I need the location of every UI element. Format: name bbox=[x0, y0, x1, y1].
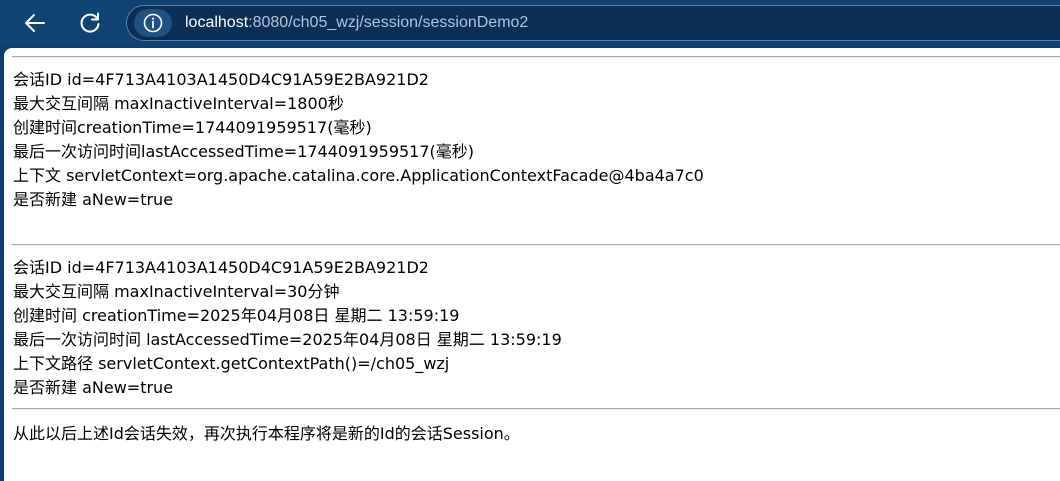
url-host: localhost bbox=[185, 14, 249, 31]
page-content: 会话ID id=4F713A4103A1450D4C91A59E2BA921D2… bbox=[4, 48, 1060, 481]
url-path: :8080/ch05_wzj/session/sessionDemo2 bbox=[248, 14, 529, 31]
site-info-button[interactable] bbox=[134, 9, 172, 37]
servlet-context-line: 上下文 servletContext=org.apache.catalina.c… bbox=[13, 166, 704, 185]
info-icon bbox=[143, 13, 163, 33]
is-new-line: 是否新建 aNew=true bbox=[13, 190, 174, 209]
creation-time-line: 创建时间creationTime=1744091959517(毫秒) bbox=[13, 118, 372, 137]
reload-button[interactable] bbox=[75, 8, 105, 38]
creation-time-line: 创建时间 creationTime=2025年04月08日 星期二 13:59:… bbox=[13, 306, 460, 325]
back-arrow-icon bbox=[25, 14, 45, 32]
session-info-raw: 会话ID id=4F713A4103A1450D4C91A59E2BA921D2… bbox=[13, 68, 704, 212]
back-button[interactable] bbox=[20, 8, 50, 38]
address-bar[interactable]: localhost:8080/ch05_wzj/session/sessionD… bbox=[126, 5, 1060, 41]
session-info-formatted: 会话ID id=4F713A4103A1450D4C91A59E2BA921D2… bbox=[13, 256, 562, 400]
url-text[interactable]: localhost:8080/ch05_wzj/session/sessionD… bbox=[185, 13, 528, 33]
context-path-line: 上下文路径 servletContext.getContextPath()=/c… bbox=[13, 354, 450, 373]
divider bbox=[12, 56, 1060, 58]
session-id-line: 会话ID id=4F713A4103A1450D4C91A59E2BA921D2 bbox=[13, 70, 429, 89]
max-inactive-interval-line: 最大交互间隔 maxInactiveInterval=30分钟 bbox=[13, 282, 340, 301]
footer-message: 从此以后上述Id会话失效，再次执行本程序将是新的Id的会话Session。 bbox=[13, 424, 520, 443]
browser-toolbar: localhost:8080/ch05_wzj/session/sessionD… bbox=[0, 0, 1060, 46]
divider bbox=[12, 408, 1060, 410]
reload-icon bbox=[80, 12, 100, 33]
max-inactive-interval-line: 最大交互间隔 maxInactiveInterval=1800秒 bbox=[13, 94, 344, 113]
session-invalidated-message: 从此以后上述Id会话失效，再次执行本程序将是新的Id的会话Session。 bbox=[13, 422, 520, 446]
is-new-line: 是否新建 aNew=true bbox=[13, 378, 174, 397]
last-accessed-time-line: 最后一次访问时间lastAccessedTime=1744091959517(毫… bbox=[13, 142, 475, 161]
last-accessed-time-line: 最后一次访问时间 lastAccessedTime=2025年04月08日 星期… bbox=[13, 330, 562, 349]
divider bbox=[12, 244, 1060, 246]
session-id-line: 会话ID id=4F713A4103A1450D4C91A59E2BA921D2 bbox=[13, 258, 429, 277]
